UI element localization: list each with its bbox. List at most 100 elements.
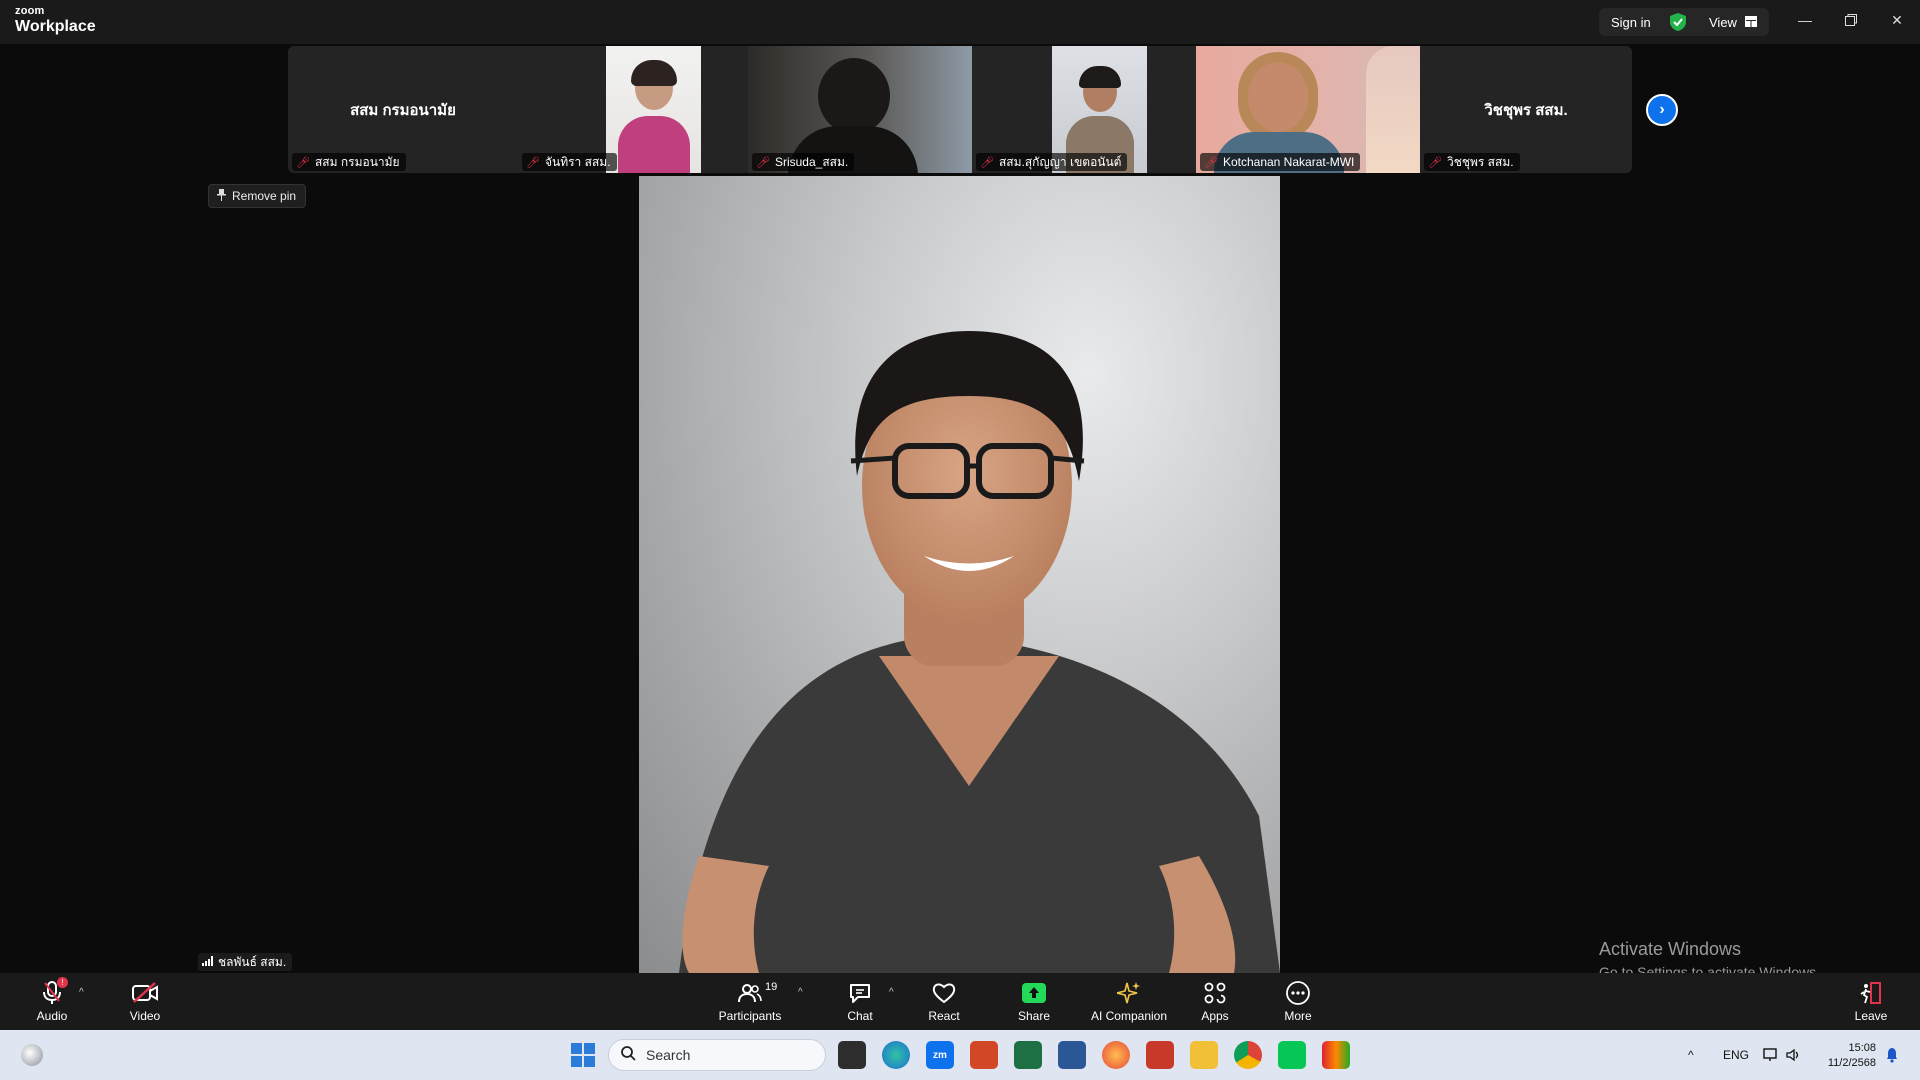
mic-muted-icon: 🎤︎ [1428,156,1442,169]
participants-label: Participants [718,1009,782,1023]
chrome-icon[interactable] [1234,1041,1262,1069]
participant-tile[interactable]: วิชชุพร สสม. 🎤︎ วิชชุพร สสม. [1420,46,1632,173]
taskbar-search-input[interactable]: Search [608,1039,826,1071]
apps-icon [1170,979,1260,1007]
line-app-icon[interactable] [1278,1041,1306,1069]
audio-options-chevron-icon[interactable]: ^ [79,987,84,998]
share-screen-icon [989,979,1079,1007]
view-label: View [1709,14,1737,30]
powerpoint-icon[interactable] [970,1041,998,1069]
participant-tile[interactable]: สสม กรมอนามัย 🎤︎ สสม กรมอนามัย [288,46,518,173]
shield-check-icon[interactable] [1670,13,1686,34]
network-icon[interactable] [1763,1030,1779,1080]
participants-options-chevron-icon[interactable]: ^ [798,987,803,998]
start-windows-icon[interactable] [571,1043,595,1072]
chat-button[interactable]: Chat [815,979,905,1023]
mic-muted-icon: 🎤︎ [296,156,310,169]
search-placeholder: Search [646,1047,691,1063]
task-view-icon[interactable] [838,1041,866,1069]
notification-bell-icon[interactable] [1885,1030,1899,1080]
main-speaker-video [639,176,1280,973]
participant-name: สสม.สุกัญญา เขตอนันต์ [998,154,1122,169]
chat-options-chevron-icon[interactable]: ^ [889,987,894,998]
leave-label: Leave [1854,1009,1888,1023]
remove-pin-label: Remove pin [232,189,297,203]
leave-button[interactable]: Leave [1826,979,1916,1023]
main-speaker-name: ชลพันธ์ สสม. [218,954,287,969]
close-icon[interactable]: ✕ [1874,0,1920,40]
zoom-workplace-logo: zoom Workplace [15,6,96,35]
participant-count: 19 [765,981,778,993]
participant-name-tag: 🎤︎ สสม.สุกัญญา เขตอนันต์ [976,153,1128,171]
participant-tile[interactable]: 🎤︎ Srisuda_สสม. [748,46,972,173]
audio-label: Audio [36,1009,68,1023]
participant-display-name: สสม กรมอนามัย [350,102,456,119]
brand-small: zoom [15,5,45,17]
share-button[interactable]: Share [989,979,1079,1023]
tray-overflow-chevron-icon[interactable]: ^ [1688,1030,1694,1080]
participant-tile[interactable]: 🎤︎ Kotchanan Nakarat-MWI [1196,46,1420,173]
brand-large: Workplace [15,18,96,35]
participants-icon [705,979,795,1007]
next-page-chevron-icon[interactable]: › [1646,94,1678,126]
mic-muted-icon: 🎤︎ [756,156,770,169]
speaker-video-frame [679,331,1280,973]
react-button[interactable]: React [899,979,989,1023]
edge-browser-icon[interactable] [882,1041,910,1069]
apps-label: Apps [1201,1009,1229,1023]
grid-view-icon [1744,15,1757,30]
restore-icon[interactable] [1828,0,1874,40]
clock-time: 15:08 [1848,1042,1876,1054]
sparkle-icon [1084,979,1174,1007]
chat-label: Chat [847,1009,873,1023]
react-label: React [928,1009,960,1023]
participant-video [606,46,701,173]
taskbar-clock[interactable]: 15:08 11/2/2568 [1812,1041,1876,1071]
watermark-title: Activate Windows [1599,939,1742,959]
mic-muted-icon: 🎤︎ [980,156,994,169]
view-button[interactable]: View [1697,8,1769,36]
excel-icon[interactable] [1014,1041,1042,1069]
participant-strip: สสม กรมอนามัย 🎤︎ สสม กรมอนามัย 🎤︎ จันทิร… [288,46,1632,173]
file-explorer-icon[interactable] [1190,1041,1218,1069]
word-icon[interactable] [1058,1041,1086,1069]
more-dots-icon [1253,979,1343,1007]
ai-companion-button[interactable]: AI Companion [1084,979,1174,1023]
participant-name-tag: 🎤︎ สสม กรมอนามัย [292,153,406,171]
mic-muted-icon: 🎤︎ [526,156,540,169]
share-label: Share [1017,1009,1051,1023]
app-red-icon[interactable] [1146,1041,1174,1069]
firefox-icon[interactable] [1102,1041,1130,1069]
more-label: More [1284,1009,1312,1023]
video-off-icon [100,979,190,1007]
participant-tile[interactable]: 🎤︎ สสม.สุกัญญา เขตอนันต์ [972,46,1196,173]
signal-strength-icon [202,955,214,969]
participant-name-tag: 🎤︎ วิชชุพร สสม. [1424,153,1520,171]
heart-icon [899,979,989,1007]
participant-name-tag: 🎤︎ จันทิรา สสม. [522,153,617,171]
weather-widget-icon[interactable] [21,1044,43,1066]
participant-tile[interactable]: 🎤︎ จันทิรา สสม. [518,46,748,173]
search-icon [621,1046,636,1064]
winrar-icon[interactable] [1322,1041,1350,1069]
main-speaker-name-tag: ชลพันธ์ สสม. [198,953,293,971]
participant-name: สสม กรมอนามัย [314,154,400,169]
mic-muted-icon: 🎤︎ [1204,156,1218,169]
windows-taskbar: Search zm ^ ENG 15:08 11/2/2568 [0,1030,1920,1080]
participant-name-tag: 🎤︎ Srisuda_สสม. [752,153,855,171]
meeting-toolbar: ! Audio ^ Video 19 Participants ^ Chat ^ [0,973,1920,1030]
minimize-icon[interactable]: — [1782,0,1828,40]
title-bar: zoom Workplace Sign in View — ✕ [0,0,1920,44]
zoom-app-icon[interactable]: zm [926,1041,954,1069]
apps-button[interactable]: Apps [1170,979,1260,1023]
remove-pin-button[interactable]: Remove pin [208,184,306,208]
more-button[interactable]: More [1253,979,1343,1023]
participants-button[interactable]: 19 Participants [705,979,795,1023]
pin-icon [217,188,226,204]
audio-button[interactable]: ! Audio [7,977,97,1023]
volume-icon[interactable] [1786,1030,1800,1080]
participant-name: Srisuda_สสม. [774,154,849,169]
language-indicator[interactable]: ENG [1723,1030,1749,1080]
video-button[interactable]: Video [100,979,190,1023]
ai-companion-label: AI Companion [1090,1009,1168,1023]
